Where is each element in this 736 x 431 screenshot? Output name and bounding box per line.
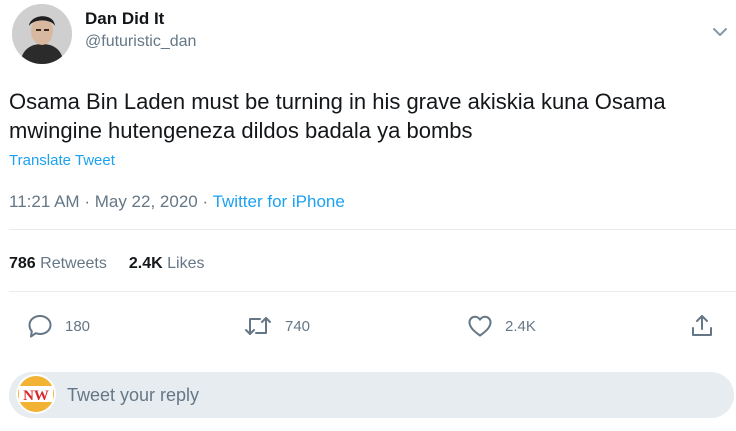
like-count: 2.4K — [505, 317, 536, 335]
reply-icon — [28, 315, 52, 338]
retweets-stat[interactable]: 786 Retweets — [9, 255, 107, 272]
tweet-time[interactable]: 11:21 AM — [9, 192, 80, 211]
divider — [9, 229, 736, 230]
share-icon — [692, 315, 712, 336]
author-avatar-photo — [12, 4, 72, 64]
reply-user-avatar[interactable]: NW — [16, 374, 56, 414]
chevron-down-icon[interactable] — [708, 20, 732, 44]
reply-button[interactable]: 180 — [27, 313, 90, 339]
heart-icon — [468, 315, 492, 337]
tweet-text-line-1: Osama Bin Laden must be turning in his g… — [9, 89, 666, 114]
tweet-stats: 786 Retweets 2.4K Likes — [9, 254, 204, 274]
reply-input[interactable]: Tweet your reply — [67, 384, 199, 406]
likes-label: Likes — [167, 255, 205, 272]
author-display-name[interactable]: Dan Did It — [85, 9, 164, 29]
likes-count: 2.4K — [128, 255, 163, 272]
tweet-date[interactable]: May 22, 2020 — [95, 192, 198, 211]
tweet-meta: 11:21 AM · May 22, 2020 · Twitter for iP… — [9, 191, 345, 213]
meta-separator: · — [84, 192, 90, 211]
translate-tweet-link[interactable]: Translate Tweet — [9, 152, 115, 170]
author-avatar[interactable] — [12, 4, 72, 64]
tweet-source-link[interactable]: Twitter for iPhone — [213, 192, 345, 211]
retweet-button[interactable]: 740 — [243, 313, 310, 339]
meta-separator: · — [202, 192, 209, 211]
divider — [9, 291, 736, 292]
like-button[interactable]: 2.4K — [467, 313, 536, 339]
retweets-label: Retweets — [40, 255, 107, 272]
tweet-text-line-2: mwingine hutengeneza dildos badala ya bo… — [9, 118, 473, 143]
likes-stat[interactable]: 2.4K Likes — [129, 255, 205, 272]
nw-logo: NW — [16, 374, 56, 414]
nw-logo-text: NW — [23, 388, 49, 404]
retweet-icon — [245, 317, 271, 335]
author-handle[interactable]: @futuristic_dan — [85, 32, 196, 52]
reply-count: 180 — [65, 317, 91, 335]
retweets-count: 786 — [9, 255, 36, 272]
tweet-text: Osama Bin Laden must be turning in his g… — [9, 87, 729, 145]
share-button[interactable] — [689, 313, 715, 339]
retweet-count: 740 — [285, 317, 311, 335]
